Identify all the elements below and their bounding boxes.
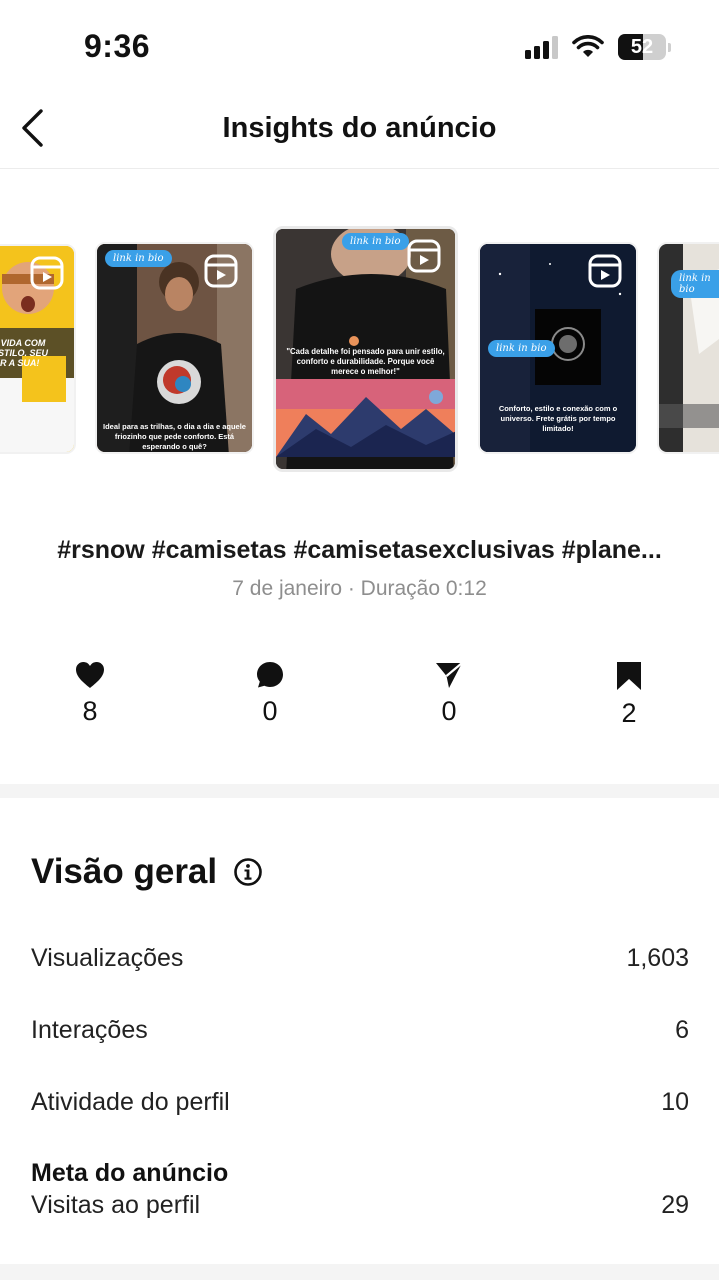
ad-goal-title: Meta do anúncio: [31, 1159, 229, 1187]
info-icon[interactable]: [233, 857, 263, 887]
page-title: Insights do anúncio: [222, 112, 497, 144]
ad-thumbnail[interactable]: link in bio Ideal para as trilhas, o dia…: [95, 242, 254, 454]
metric-value: 1,603: [626, 944, 689, 972]
section-divider: [0, 784, 719, 798]
metric-value: 10: [661, 1088, 689, 1116]
saves-count: 2: [621, 698, 637, 728]
engagement-stats: 8 0 0 2: [0, 660, 719, 750]
ad-thumbnail[interactable]: link in bio: [657, 242, 719, 454]
ad-carousel[interactable]: A VIDA COM ESTILO. SEU FIR A SUA! link i…: [0, 200, 719, 500]
status-icons: 52: [525, 34, 671, 60]
likes-stat: 8: [50, 660, 130, 727]
metric-row-interactions[interactable]: Interações 6: [31, 1016, 689, 1045]
metric-row-profile-activity[interactable]: Atividade do perfil 10: [31, 1088, 689, 1117]
bookmark-icon: [617, 662, 641, 690]
comments-count: 0: [262, 696, 278, 726]
metric-row-profile-visits[interactable]: Visitas ao perfil 29: [31, 1191, 689, 1220]
wifi-icon: [572, 35, 604, 57]
metric-row-views[interactable]: Visualizações 1,603: [31, 944, 689, 973]
ad-thumbnail[interactable]: A VIDA COM ESTILO. SEU FIR A SUA!: [0, 244, 76, 454]
ad-thumbnail-selected[interactable]: link in bio "Cada detalhe foi pensado pa…: [273, 226, 458, 472]
ad-thumbnail[interactable]: link in bio Conforto, estilo e conexão c…: [478, 242, 638, 454]
overview-header: Visão geral: [31, 852, 263, 892]
status-time: 9:36: [84, 28, 151, 64]
post-meta: 7 de janeiro · Duração 0:12: [232, 577, 487, 600]
shares-stat: 0: [409, 660, 489, 727]
send-icon: [436, 662, 463, 688]
comments-stat: 0: [230, 660, 310, 727]
metric-value: 29: [661, 1191, 689, 1219]
battery-level: 52: [630, 35, 654, 58]
metric-label: Interações: [31, 1016, 148, 1044]
metric-label: Atividade do perfil: [31, 1088, 230, 1116]
comment-icon: [257, 662, 283, 688]
metric-value: 6: [675, 1016, 689, 1044]
link-in-bio-tag: link in bio: [105, 250, 172, 267]
metric-label: Visitas ao perfil: [31, 1191, 201, 1219]
reels-icon: [204, 254, 238, 288]
reels-icon: [407, 239, 441, 273]
link-in-bio-tag: link in bio: [342, 233, 409, 250]
nav-bar: Insights do anúncio: [0, 92, 719, 169]
thumbnail-caption: Ideal para as trilhas, o dia a dia e aqu…: [103, 422, 246, 451]
cellular-signal-icon: [525, 35, 558, 59]
post-caption: #rsnow #camisetas #camisetasexclusivas #…: [57, 536, 662, 564]
overview-title: Visão geral: [31, 852, 218, 891]
thumbnail-caption: Conforto, estilo e conexão com o univers…: [498, 404, 618, 433]
battery-tip: [668, 42, 671, 52]
link-in-bio-tag: link in bio: [488, 340, 555, 357]
thumbnail-caption: "Cada detalhe foi pensado para unir esti…: [286, 347, 445, 376]
reels-icon: [588, 254, 622, 288]
thumbnail-caption: A VIDA COM ESTILO. SEU FIR A SUA!: [0, 338, 49, 368]
shares-count: 0: [441, 696, 457, 726]
reels-icon: [30, 256, 64, 290]
saves-stat: 2: [589, 660, 669, 729]
section-divider: [0, 1264, 719, 1280]
heart-icon: [76, 662, 104, 688]
likes-count: 8: [82, 696, 98, 726]
link-in-bio-tag: link in bio: [671, 270, 719, 298]
status-bar: 9:36 52: [0, 0, 719, 92]
metric-label: Visualizações: [31, 944, 184, 972]
battery-icon: 52: [618, 34, 666, 60]
